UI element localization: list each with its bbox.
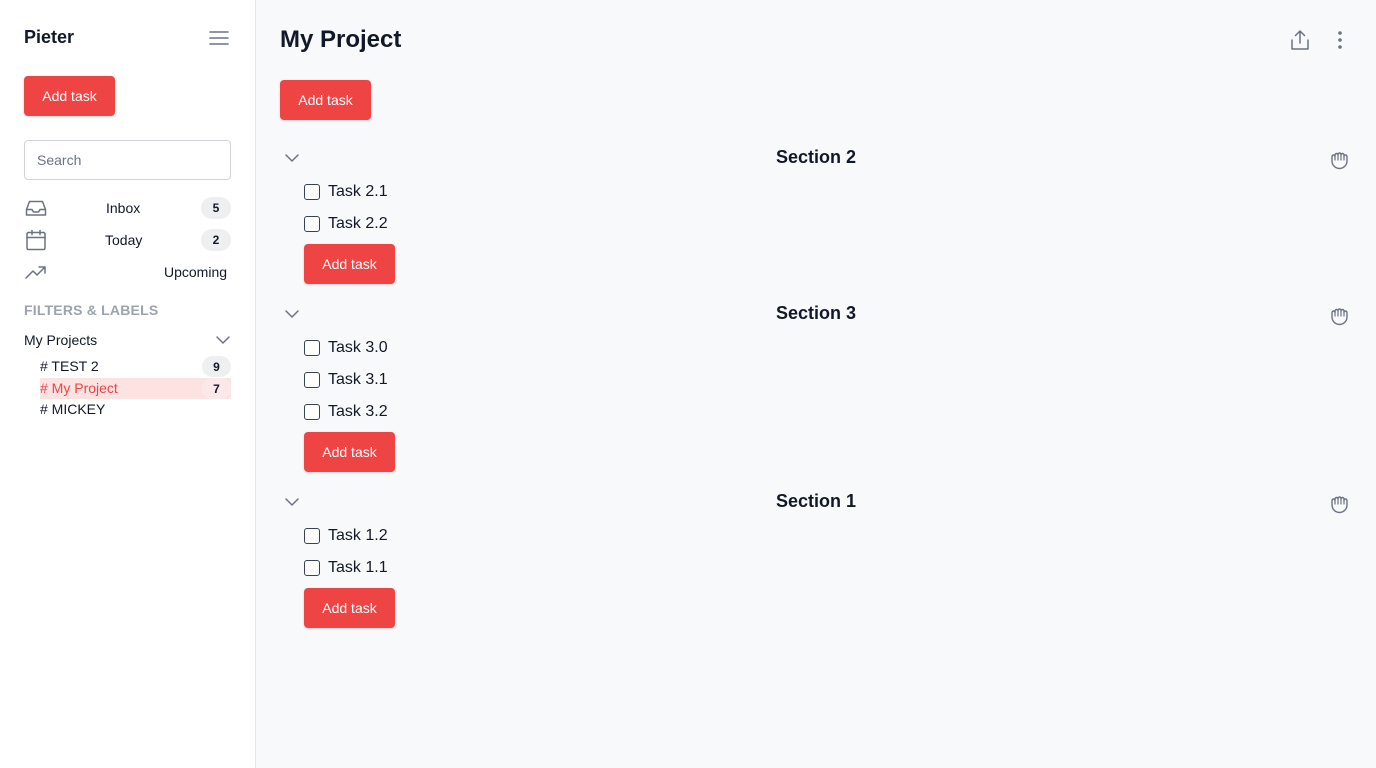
task-label: Task 1.1: [328, 559, 388, 576]
task-label: Task 3.1: [328, 371, 388, 388]
project-item-mickey[interactable]: # MICKEY: [40, 399, 231, 420]
page-title: My Project: [280, 26, 402, 53]
section-add-task-button[interactable]: Add task: [304, 244, 395, 284]
task-checkbox[interactable]: [304, 404, 320, 420]
task-checkbox[interactable]: [304, 560, 320, 576]
menu-toggle-button[interactable]: [207, 27, 231, 49]
share-button[interactable]: [1288, 28, 1312, 52]
hamburger-menu-icon: [209, 31, 229, 45]
sidebar: Pieter Add task Inbox 5 Today 2 Upcoming…: [0, 0, 256, 768]
task-checkbox[interactable]: [304, 216, 320, 232]
section-title: Section 2: [775, 147, 857, 167]
user-name: Pieter: [24, 27, 75, 47]
project-item-my-project[interactable]: # My Project 7: [40, 378, 231, 399]
nav-item-upcoming[interactable]: Upcoming: [24, 260, 231, 284]
nav-item-label: Today: [105, 232, 143, 248]
calendar-icon: [26, 229, 46, 251]
project-label: # MICKEY: [40, 401, 106, 417]
inbox-count-badge: 5: [201, 197, 231, 219]
nav-item-label: Upcoming: [164, 264, 228, 280]
section-collapse-chevron-icon[interactable]: [284, 150, 300, 166]
today-count-badge: 2: [201, 229, 231, 251]
task-label: Task 2.1: [328, 183, 388, 200]
nav-item-today[interactable]: Today 2: [24, 228, 231, 252]
task-checkbox[interactable]: [304, 528, 320, 544]
task-item[interactable]: Task 2.2: [304, 214, 388, 234]
task-item[interactable]: Task 3.2: [304, 402, 388, 422]
inbox-icon: [25, 200, 47, 216]
task-label: Task 3.0: [328, 339, 388, 356]
project-count-badge: 7: [202, 378, 231, 399]
trending-up-icon: [25, 266, 46, 279]
sidebar-add-task-button[interactable]: Add task: [24, 76, 115, 116]
project-count-badge: 9: [202, 356, 231, 377]
section-collapse-chevron-icon[interactable]: [284, 494, 300, 510]
section-collapse-chevron-icon[interactable]: [284, 306, 300, 322]
task-item[interactable]: Task 3.0: [304, 338, 388, 358]
task-checkbox[interactable]: [304, 184, 320, 200]
more-options-button[interactable]: [1328, 28, 1352, 52]
task-checkbox[interactable]: [304, 340, 320, 356]
task-item[interactable]: Task 3.1: [304, 370, 388, 390]
task-item[interactable]: Task 1.1: [304, 558, 388, 578]
task-item[interactable]: Task 1.2: [304, 526, 388, 546]
section-add-task-button[interactable]: Add task: [304, 588, 395, 628]
my-projects-toggle[interactable]: My Projects: [24, 330, 231, 350]
task-label: Task 3.2: [328, 403, 388, 420]
nav-item-label: Inbox: [106, 200, 141, 216]
task-label: Task 2.2: [328, 215, 388, 232]
share-icon: [1291, 30, 1309, 50]
drag-handle-icon[interactable]: [1328, 304, 1352, 328]
section-title: Section 1: [775, 491, 857, 511]
search-input[interactable]: [24, 140, 231, 180]
section-title: Section 3: [775, 303, 857, 323]
section-add-task-button[interactable]: Add task: [304, 432, 395, 472]
task-item[interactable]: Task 2.1: [304, 182, 388, 202]
filters-labels-heading: FILTERS & LABELS: [24, 302, 159, 318]
task-checkbox[interactable]: [304, 372, 320, 388]
task-label: Task 1.2: [328, 527, 388, 544]
chevron-down-icon: [216, 336, 230, 344]
my-projects-label: My Projects: [24, 332, 98, 348]
more-vertical-icon: [1338, 31, 1342, 49]
project-label: # TEST 2: [40, 358, 99, 374]
nav-item-inbox[interactable]: Inbox 5: [24, 196, 231, 220]
project-label: # My Project: [40, 380, 118, 396]
drag-handle-icon[interactable]: [1328, 492, 1352, 516]
main-add-task-button[interactable]: Add task: [280, 80, 371, 120]
project-item-test-2[interactable]: # TEST 2 9: [40, 356, 231, 377]
drag-handle-icon[interactable]: [1328, 148, 1352, 172]
